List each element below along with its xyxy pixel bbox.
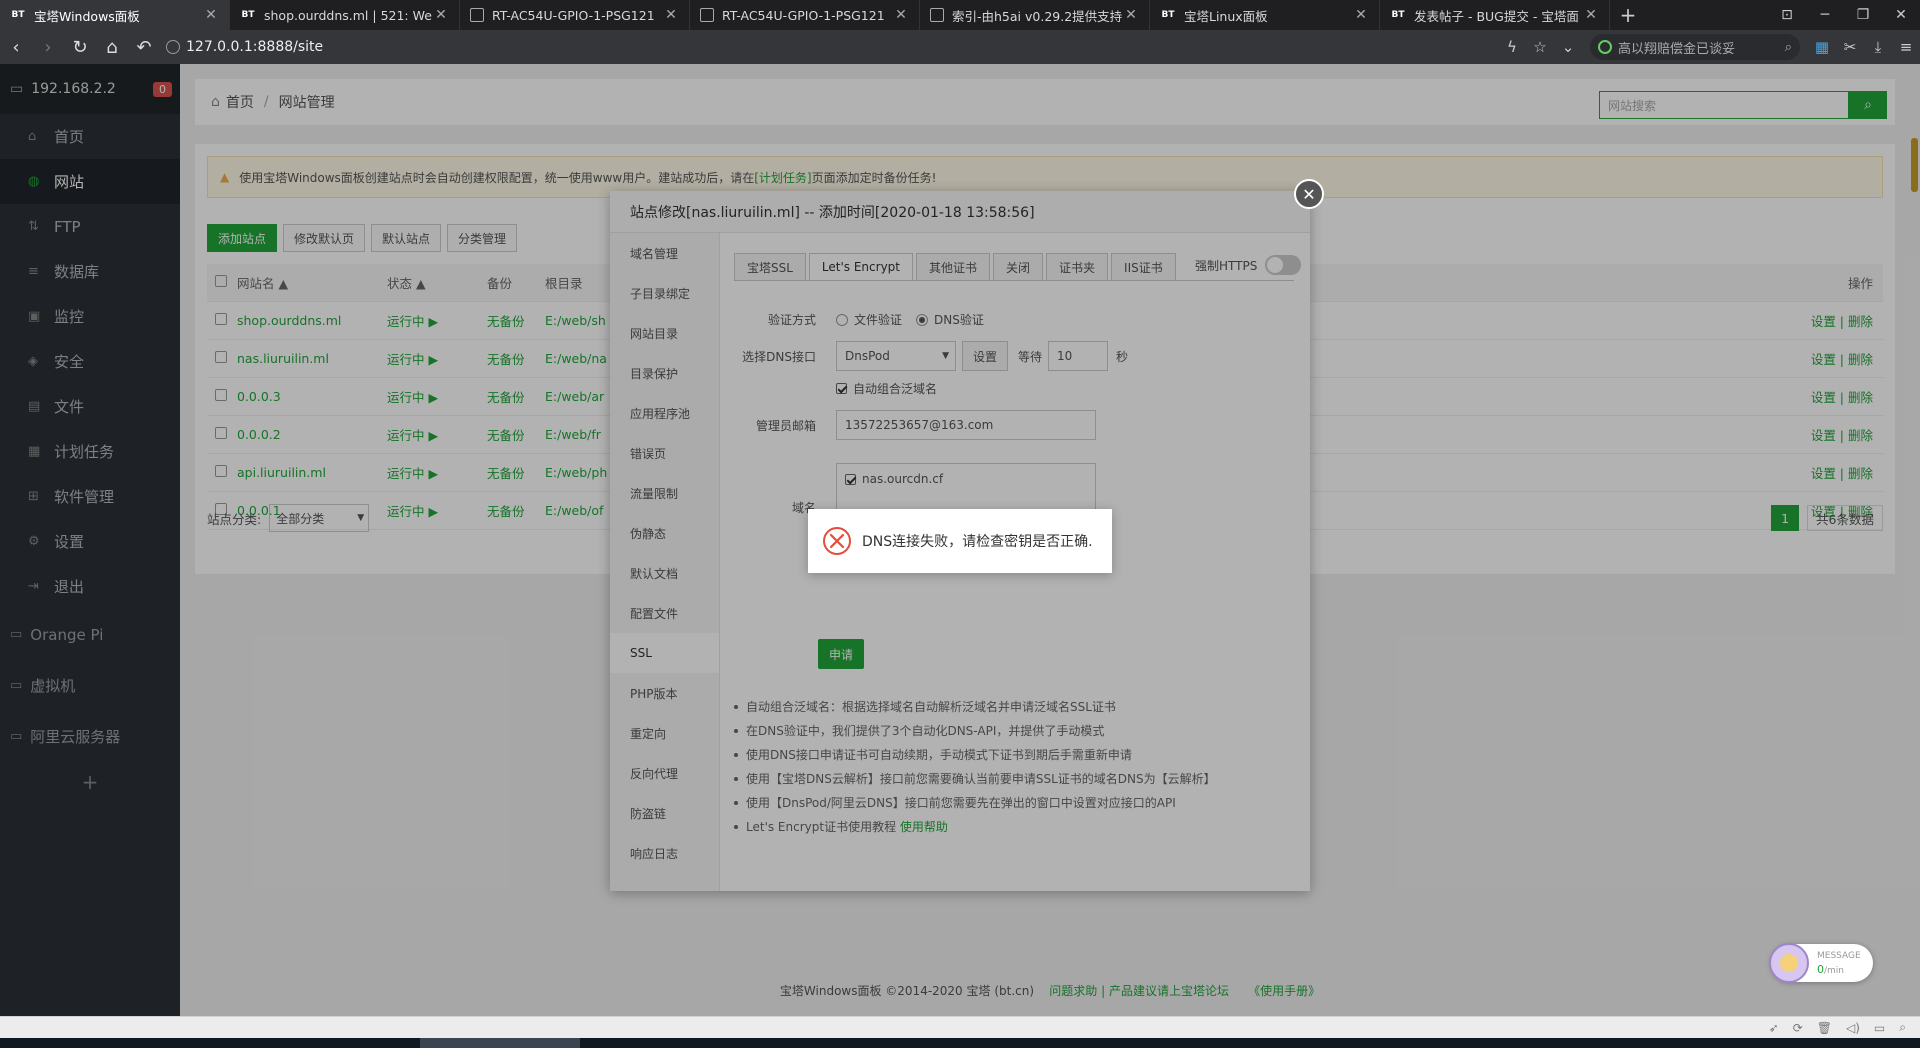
avatar <box>1769 943 1809 983</box>
browser-status-bar: ➶ ⟳ 🗑 ◁) ▭ ⌕ <box>0 1016 1920 1038</box>
close-window-icon[interactable]: ✕ <box>1882 0 1920 30</box>
window-controls: ⊡ ─ ❐ ✕ <box>1768 0 1920 30</box>
browser-search-box[interactable]: 高以翔赔偿金已谈妥 ⌕ <box>1590 34 1800 60</box>
close-tab-icon[interactable]: ✕ <box>893 7 909 23</box>
search-icon[interactable]: ⌕ <box>1785 40 1792 55</box>
bt-logo-icon: BT <box>11 10 25 20</box>
folder-icon <box>930 8 944 22</box>
taskbar-item[interactable] <box>420 1038 580 1048</box>
browser-tab[interactable]: RT-AC54U-GPIO-1-PSG121 ✕ <box>690 0 920 30</box>
close-tab-icon[interactable]: ✕ <box>1583 7 1599 23</box>
browser-tab[interactable]: 索引-由h5ai v0.29.2提供支持 ✕ <box>920 0 1150 30</box>
menu-icon[interactable]: ≡ <box>1892 38 1920 56</box>
trash-icon[interactable]: 🗑 <box>1817 1021 1832 1035</box>
bt-logo-icon: BT <box>1161 10 1175 20</box>
tab-title: shop.ourddns.ml | 521: We <box>264 7 432 23</box>
browser-tab[interactable]: BT 发表帖子 - BUG提交 - 宝塔面 ✕ <box>1380 0 1610 30</box>
rocket-icon[interactable]: ➶ <box>1769 1021 1779 1035</box>
bt-logo-icon: BT <box>1391 10 1405 20</box>
tab-title: RT-AC54U-GPIO-1-PSG121 <box>492 7 655 23</box>
bt-logo-icon: BT <box>241 10 255 20</box>
search-engine-icon <box>1598 40 1612 54</box>
message-rate: MESSAGE 0/min <box>1817 950 1861 976</box>
shield-icon <box>166 40 180 54</box>
minimize-icon[interactable]: ─ <box>1806 0 1844 30</box>
apps-icon[interactable]: ▦ <box>1808 38 1836 56</box>
reload-icon[interactable]: ↻ <box>64 30 96 64</box>
new-tab-button[interactable]: + <box>1610 0 1646 30</box>
close-tab-icon[interactable]: ✕ <box>1353 7 1369 23</box>
close-tab-icon[interactable]: ✕ <box>1123 7 1139 23</box>
restore-icon[interactable]: ❐ <box>1844 0 1882 30</box>
chevron-down-icon[interactable]: ⌄ <box>1554 38 1582 56</box>
home-icon[interactable]: ⌂ <box>96 30 128 64</box>
download-icon[interactable]: ⤓ <box>1864 38 1892 56</box>
page-icon <box>700 8 714 22</box>
browser-tab[interactable]: BT shop.ourddns.ml | 521: We ✕ <box>230 0 460 30</box>
search-suggestion: 高以翔赔偿金已谈妥 <box>1618 41 1736 57</box>
undo-icon[interactable]: ↶ <box>128 30 160 64</box>
error-toast: DNS连接失败，请检查密钥是否正确. <box>808 509 1112 573</box>
lightning-icon[interactable]: ϟ <box>1498 38 1526 56</box>
tab-title: RT-AC54U-GPIO-1-PSG121 <box>722 7 885 23</box>
star-icon[interactable]: ☆ <box>1526 38 1554 56</box>
browser-tab[interactable]: BT 宝塔Linux面板 ✕ <box>1150 0 1380 30</box>
page-icon <box>470 8 484 22</box>
back-icon[interactable]: ‹ <box>0 30 32 64</box>
tab-title: 索引-由h5ai v0.29.2提供支持 <box>952 8 1123 24</box>
close-tab-icon[interactable]: ✕ <box>203 7 219 23</box>
volume-icon[interactable]: ◁) <box>1846 1021 1860 1035</box>
tab-title: 宝塔Linux面板 <box>1184 8 1268 24</box>
close-tab-icon[interactable]: ✕ <box>663 7 679 23</box>
message-widget[interactable]: MESSAGE 0/min <box>1769 943 1873 983</box>
address-bar: ‹ › ↻ ⌂ ↶ 127.0.0.1:8888/site ϟ ☆ ⌄ 高以翔赔… <box>0 30 1920 64</box>
browser-tab[interactable]: RT-AC54U-GPIO-1-PSG121 ✕ <box>460 0 690 30</box>
zoom-icon[interactable]: ⌕ <box>1899 1020 1906 1035</box>
close-icon[interactable]: ✕ <box>1294 179 1324 209</box>
url-field[interactable]: 127.0.0.1:8888/site <box>166 34 1486 60</box>
toast-message: DNS连接失败，请检查密钥是否正确. <box>862 534 1093 550</box>
bookmark-icon[interactable]: ⊡ <box>1768 0 1806 30</box>
tab-title: 发表帖子 - BUG提交 - 宝塔面 <box>1414 8 1579 24</box>
window-icon[interactable]: ▭ <box>1874 1021 1885 1035</box>
tab-title: 宝塔Windows面板 <box>34 8 140 24</box>
browser-tab-bar: BT 宝塔Windows面板 ✕ BT shop.ourddns.ml | 521: W… <box>0 0 1920 30</box>
forward-icon[interactable]: › <box>32 30 64 64</box>
error-icon <box>823 527 851 555</box>
url-text: 127.0.0.1:8888/site <box>186 39 324 55</box>
scissors-icon[interactable]: ✂ <box>1836 38 1864 56</box>
browser-tab[interactable]: BT 宝塔Windows面板 ✕ <box>0 0 230 30</box>
taskbar <box>0 1038 1920 1048</box>
close-tab-icon[interactable]: ✕ <box>433 7 449 23</box>
sync-icon[interactable]: ⟳ <box>1793 1021 1803 1035</box>
